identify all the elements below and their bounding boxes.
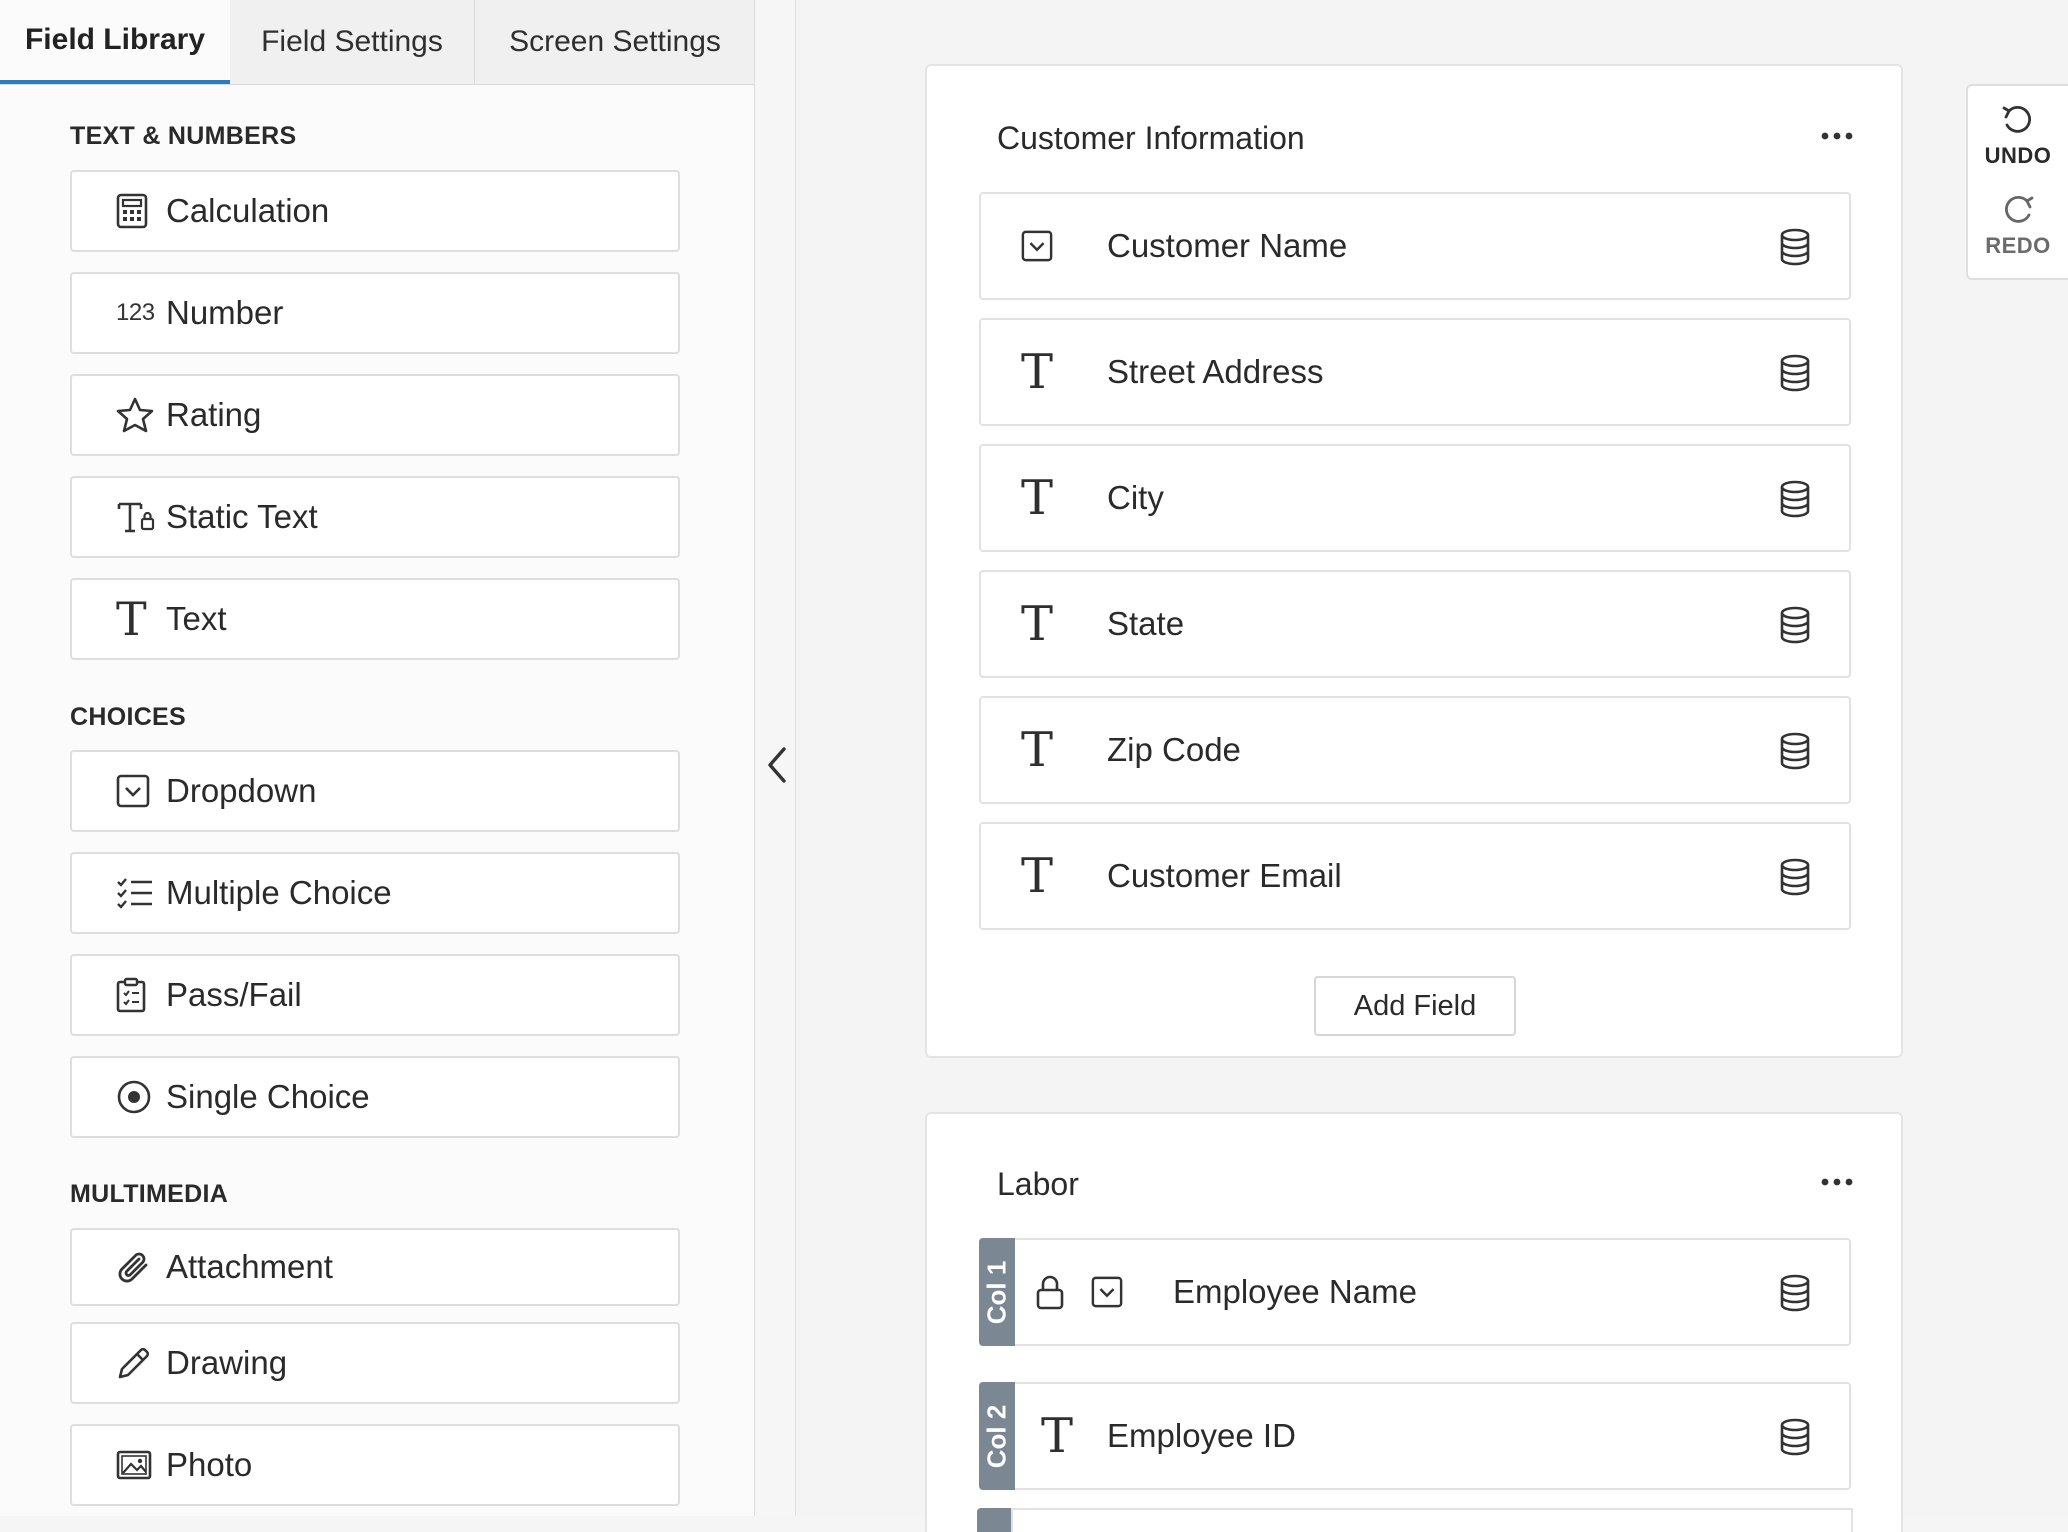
field-label: City (1107, 479, 1164, 516)
section-card-labor: Labor Col 1 Employee Name Col 2 T Employ… (925, 1112, 1903, 1532)
undo-label: UNDO (1984, 143, 2052, 168)
tab-screen-settings[interactable]: Screen Settings (474, 0, 755, 84)
section-title: Labor (997, 1166, 1079, 1202)
library-item-label: Static Text (166, 498, 318, 535)
library-item-label: Text (166, 600, 227, 637)
section-label-multimedia: MULTIMEDIA (70, 1180, 229, 1208)
field-label: Customer Name (1107, 227, 1348, 264)
pencil-icon (116, 1343, 166, 1383)
library-item-label: Single Choice (166, 1078, 370, 1115)
chevron-left-icon (766, 746, 788, 784)
field-row-street-address[interactable]: T Street Address (979, 318, 1851, 426)
radio-icon (116, 1077, 166, 1117)
text-icon: T (1021, 596, 1054, 652)
tab-field-library[interactable]: Field Library (0, 0, 230, 84)
redo-button[interactable]: REDO (1968, 182, 2068, 272)
library-item-multiple-choice[interactable]: Multiple Choice (70, 852, 680, 934)
field-row-city[interactable]: T City (979, 444, 1851, 552)
library-item-attachment[interactable]: Attachment (70, 1228, 680, 1306)
redo-label: REDO (1985, 233, 2051, 258)
history-controls: UNDO REDO (1966, 84, 2068, 280)
library-item-dropdown[interactable]: Dropdown (70, 750, 680, 832)
library-item-number[interactable]: 123 Number (70, 272, 680, 354)
database-icon (1779, 228, 1811, 266)
library-item-label: Attachment (166, 1248, 333, 1285)
library-item-static-text[interactable]: Static Text (70, 476, 680, 558)
library-item-label: Rating (166, 396, 262, 433)
add-field-button[interactable]: Add Field (1314, 976, 1516, 1036)
library-item-label: Number (166, 294, 284, 331)
field-label: Employee Name (1173, 1273, 1417, 1310)
database-icon (1779, 858, 1811, 896)
undo-button[interactable]: UNDO (1968, 92, 2068, 182)
panel-tabs: Field Library Field Settings Screen Sett… (0, 0, 754, 85)
redo-icon (2001, 195, 2035, 227)
dropdown-icon (1091, 1276, 1123, 1308)
library-item-label: Dropdown (166, 772, 317, 809)
database-icon (1779, 480, 1811, 518)
section-label-text-numbers: TEXT & NUMBERS (70, 122, 297, 150)
image-icon (116, 1445, 166, 1485)
field-row-employee-id[interactable]: Col 2 T Employee ID (979, 1382, 1851, 1490)
clipboard-icon (116, 975, 166, 1015)
library-item-rating[interactable]: Rating (70, 374, 680, 456)
text-icon: T (1021, 470, 1054, 526)
column-tag-partial (977, 1508, 1013, 1532)
section-title: Customer Information (997, 120, 1305, 156)
database-icon (1779, 1274, 1811, 1312)
field-row-customer-email[interactable]: T Customer Email (979, 822, 1851, 930)
text-icon: T (1021, 344, 1054, 400)
library-item-pass-fail[interactable]: Pass/Fail (70, 954, 680, 1036)
database-icon (1779, 606, 1811, 644)
section-more-button[interactable] (1817, 126, 1857, 146)
field-label: Employee ID (1107, 1417, 1296, 1454)
library-item-photo[interactable]: Photo (70, 1424, 680, 1506)
text-icon: T (1041, 1408, 1074, 1464)
field-label: State (1107, 605, 1185, 642)
text-icon: T (116, 592, 147, 646)
star-icon (116, 395, 166, 435)
library-item-label: Photo (166, 1446, 253, 1483)
column-tag: Col 2 (979, 1382, 1015, 1490)
section-label-choices: CHOICES (70, 703, 187, 731)
dropdown-icon (116, 771, 166, 811)
library-item-label: Calculation (166, 192, 330, 229)
library-item-label: Multiple Choice (166, 874, 392, 911)
library-item-drawing[interactable]: Drawing (70, 1322, 680, 1404)
field-row-customer-name[interactable]: Customer Name (979, 192, 1851, 300)
section-card-customer-information: Customer Information Customer Name T Str… (925, 64, 1903, 1058)
paperclip-icon (116, 1247, 166, 1287)
library-item-label: Drawing (166, 1344, 288, 1381)
field-row-employee-name[interactable]: Col 1 Employee Name (979, 1238, 1851, 1346)
library-item-single-choice[interactable]: Single Choice (70, 1056, 680, 1138)
collapse-panel-button[interactable] (757, 740, 797, 790)
more-horizontal-icon (1821, 1178, 1853, 1186)
library-item-label: Pass/Fail (166, 976, 302, 1013)
dropdown-icon (1021, 230, 1081, 262)
library-item-text[interactable]: T Text (70, 578, 680, 660)
static-text-icon (116, 497, 166, 537)
database-icon (1779, 1418, 1811, 1456)
field-row-partial[interactable] (1011, 1508, 1853, 1532)
database-icon (1779, 732, 1811, 770)
tab-field-settings[interactable]: Field Settings (230, 0, 474, 84)
field-label: Zip Code (1107, 731, 1241, 768)
database-icon (1779, 354, 1811, 392)
section-more-button[interactable] (1817, 1172, 1857, 1192)
text-icon: T (1021, 722, 1054, 778)
field-label: Customer Email (1107, 857, 1342, 894)
number-icon: 123 (116, 299, 155, 326)
text-icon: T (1021, 848, 1054, 904)
column-tag: Col 1 (979, 1238, 1015, 1346)
checklist-icon (116, 873, 166, 913)
field-label: Street Address (1107, 353, 1324, 390)
library-item-calculation[interactable]: Calculation (70, 170, 680, 252)
calculator-icon (116, 191, 166, 231)
undo-icon (2001, 105, 2035, 137)
field-row-state[interactable]: T State (979, 570, 1851, 678)
more-horizontal-icon (1821, 132, 1853, 140)
lock-icon (1035, 1274, 1065, 1310)
field-row-zip-code[interactable]: T Zip Code (979, 696, 1851, 804)
field-library-panel: Field Library Field Settings Screen Sett… (0, 0, 755, 1516)
